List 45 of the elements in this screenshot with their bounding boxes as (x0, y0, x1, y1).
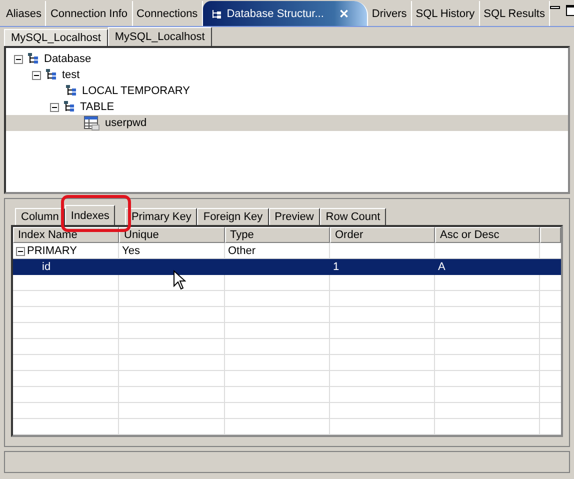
hierarchy-icon (28, 53, 39, 65)
table-row[interactable]: PRIMARY Yes Other (13, 243, 561, 259)
tree-item[interactable]: TABLE (6, 99, 568, 115)
collapse-toggle[interactable] (16, 246, 25, 256)
hierarchy-icon (210, 8, 222, 20)
detail-tab[interactable]: Indexes (64, 205, 116, 225)
close-icon[interactable]: ✕ (338, 6, 349, 20)
maximize-icon[interactable] (566, 5, 574, 16)
hierarchy-icon (46, 69, 57, 81)
view-tab[interactable]: Connection Info (46, 1, 133, 26)
table-cell: id (42, 261, 51, 273)
detail-tab[interactable]: Primary Key (125, 208, 198, 225)
collapse-toggle[interactable] (32, 70, 41, 80)
cursor-icon (173, 270, 186, 290)
view-tab[interactable]: SQL History (412, 1, 480, 26)
tree-item[interactable]: Database (6, 51, 568, 67)
column-header[interactable]: Index Name (13, 227, 119, 243)
hierarchy-icon (64, 101, 75, 113)
tree-item[interactable]: userpwd (6, 115, 568, 131)
view-tab[interactable]: Database Structur... ✕ (202, 1, 368, 26)
column-header[interactable]: Type (225, 227, 330, 243)
hierarchy-icon (66, 85, 77, 97)
connection-tab[interactable]: MySQL_Localhost (4, 29, 108, 46)
detail-tab[interactable]: Column (15, 208, 65, 225)
view-tab[interactable]: Aliases (2, 1, 46, 26)
table-cell: 1 (333, 261, 340, 273)
connection-tab[interactable]: MySQL_Localhost (108, 27, 212, 46)
view-tab[interactable]: Drivers (368, 1, 412, 26)
table-row[interactable]: id 1 A (13, 259, 561, 275)
table-cell: A (438, 261, 446, 273)
detail-tab[interactable]: Row Count (320, 208, 386, 225)
table-cell: Other (228, 245, 256, 257)
column-header[interactable]: Order (330, 227, 435, 243)
view-tab[interactable]: SQL Results (480, 1, 550, 26)
column-header[interactable]: Asc or Desc (435, 227, 540, 243)
detail-tab[interactable]: Preview (268, 208, 320, 225)
table-cell: Yes (122, 245, 140, 257)
collapse-toggle[interactable] (14, 54, 23, 64)
column-header[interactable]: Unique (119, 227, 225, 243)
table-cell: PRIMARY (27, 245, 77, 257)
tree-item[interactable]: LOCAL TEMPORARY (6, 83, 568, 99)
detail-tab[interactable]: Foreign Key (197, 208, 269, 225)
collapse-toggle[interactable] (50, 102, 59, 112)
tree-item[interactable]: test (6, 67, 568, 83)
table-icon (84, 116, 100, 130)
